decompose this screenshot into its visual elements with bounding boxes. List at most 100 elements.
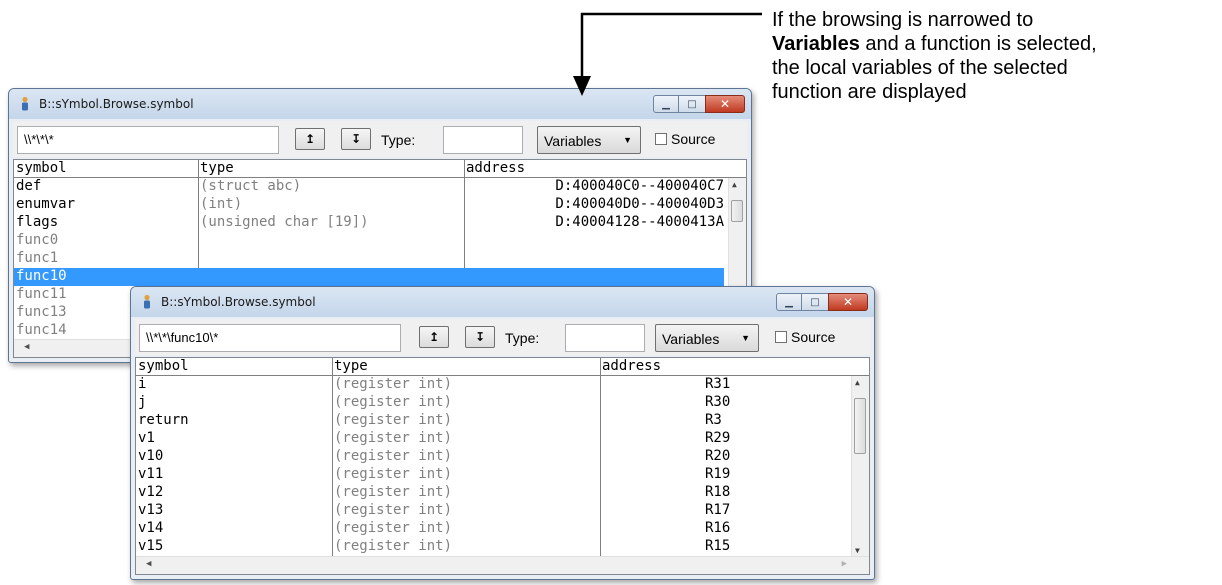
list-item-selected[interactable]: func10 — [14, 268, 724, 286]
source-checkbox[interactable] — [655, 133, 667, 145]
symbol-cell: enumvar — [16, 196, 76, 212]
list-item[interactable]: v14 (register int) R16 — [136, 520, 847, 538]
list-item[interactable]: v11 (register int) R19 — [136, 466, 847, 484]
go-up-button[interactable]: ↥ — [419, 326, 449, 348]
scroll-thumb[interactable] — [854, 398, 866, 454]
toolbar: \\*\*\func10\* ↥ ↧ Type: Variables ▼ Sou… — [135, 319, 870, 355]
source-checkbox[interactable] — [775, 331, 787, 343]
maximize-button[interactable]: □ — [802, 293, 828, 311]
address-cell: R31 — [705, 376, 731, 392]
type-cell: (register int) — [334, 430, 453, 446]
toolbar: \\*\*\* ↥ ↧ Type: Variables ▼ Source — [13, 121, 747, 157]
list-item[interactable]: v12 (register int) R18 — [136, 484, 847, 502]
annotation-line-3: the local variables of the selected — [772, 57, 1068, 79]
close-button[interactable]: ✕ — [705, 95, 745, 113]
scroll-up-icon[interactable]: ▲ — [855, 378, 860, 387]
symbol-cell: v13 — [138, 502, 164, 518]
list-item[interactable]: i (register int) R31 — [136, 376, 847, 394]
list-item[interactable]: return (register int) R3 — [136, 412, 847, 430]
symbol-cell: func11 — [16, 286, 67, 302]
symbol-cell: func13 — [16, 304, 67, 320]
source-checkbox-label[interactable]: Source — [671, 131, 715, 147]
list-item[interactable]: v10 (register int) R20 — [136, 448, 847, 466]
list-item[interactable]: enumvar (int) D:400040D0--400040D3 — [14, 196, 724, 214]
symbol-browse-window-front[interactable]: B::sYmbol.Browse.symbol ▁ □ ✕ \\*\*\func… — [130, 286, 875, 580]
scroll-right-icon[interactable]: ▶ — [842, 559, 847, 569]
minimize-button[interactable]: ▁ — [653, 95, 679, 113]
type-cell: (struct abc) — [200, 178, 302, 194]
filter-dropdown[interactable]: Variables ▼ — [537, 126, 641, 154]
type-cell: (register int) — [334, 394, 453, 410]
scroll-thumb[interactable] — [731, 200, 743, 222]
symbol-cell: func0 — [16, 232, 59, 248]
list-item[interactable]: flags (unsigned char [19]) D:40004128--400… — [14, 214, 724, 232]
type-cell: (unsigned char [19]) — [200, 214, 369, 230]
type-cell: (register int) — [334, 376, 453, 392]
go-up-button[interactable]: ↥ — [295, 128, 325, 150]
search-pattern-input[interactable]: \\*\*\func10\* — [139, 324, 401, 352]
column-header-symbol[interactable]: symbol — [16, 160, 67, 176]
type-cell: (register int) — [334, 412, 453, 428]
go-down-button[interactable]: ↧ — [341, 128, 371, 150]
close-icon: ✕ — [842, 295, 854, 309]
go-down-button[interactable]: ↧ — [465, 326, 495, 348]
window-title: B::sYmbol.Browse.symbol — [39, 97, 194, 111]
minimize-icon: ▁ — [662, 98, 670, 110]
app-person-icon — [22, 96, 28, 111]
list-item[interactable]: j (register int) R30 — [136, 394, 847, 412]
symbol-cell: func14 — [16, 322, 67, 338]
list-item[interactable]: func1 — [14, 250, 724, 268]
address-cell: D:400040C0--400040C7 — [555, 178, 724, 194]
scroll-left-icon[interactable]: ◀ — [24, 342, 29, 352]
type-input[interactable] — [443, 126, 523, 154]
close-icon: ✕ — [719, 97, 731, 111]
symbol-cell: i — [138, 376, 147, 392]
arrow-up-icon: ↥ — [304, 132, 316, 146]
maximize-icon: □ — [810, 296, 820, 308]
type-label: Type: — [505, 330, 540, 346]
window-title: B::sYmbol.Browse.symbol — [161, 295, 316, 309]
column-header-address[interactable]: address — [602, 358, 661, 374]
symbol-cell: v10 — [138, 448, 164, 464]
maximize-button[interactable]: □ — [679, 95, 705, 113]
vertical-scrollbar[interactable]: ▲ ▼ — [851, 376, 869, 557]
close-button[interactable]: ✕ — [828, 293, 868, 311]
title-bar[interactable]: B::sYmbol.Browse.symbol ▁ □ ✕ — [9, 89, 751, 119]
address-cell: R15 — [705, 538, 731, 554]
title-bar[interactable]: B::sYmbol.Browse.symbol ▁ □ ✕ — [131, 287, 874, 317]
minimize-button[interactable]: ▁ — [776, 293, 802, 311]
column-header-type[interactable]: type — [200, 160, 234, 176]
type-label: Type: — [381, 132, 416, 148]
list-item[interactable]: def (struct abc) D:400040C0--400040C7 — [14, 178, 724, 196]
list-item[interactable]: v1 (register int) R29 — [136, 430, 847, 448]
address-cell: R17 — [705, 502, 731, 518]
list-item[interactable]: func0 — [14, 232, 724, 250]
list-item[interactable]: v13 (register int) R17 — [136, 502, 847, 520]
annotation-line-2-rest: and a function is selected, — [859, 33, 1097, 55]
filter-dropdown[interactable]: Variables ▼ — [655, 324, 759, 352]
column-header-type[interactable]: type — [334, 358, 368, 374]
horizontal-scrollbar[interactable]: ◀ ▶ — [136, 556, 869, 574]
arrow-down-icon: ↧ — [474, 330, 486, 344]
address-cell: R3 — [705, 412, 722, 428]
scroll-left-icon[interactable]: ◀ — [146, 559, 151, 569]
column-header-address[interactable]: address — [466, 160, 525, 176]
minimize-icon: ▁ — [785, 296, 793, 308]
symbol-cell: v15 — [138, 538, 164, 554]
symbol-list[interactable]: symbol type address i (register int) R31 j (… — [135, 357, 870, 575]
list-item[interactable]: v15 (register int) R15 — [136, 538, 847, 556]
address-cell: R19 — [705, 466, 731, 482]
source-checkbox-label[interactable]: Source — [791, 329, 835, 345]
address-cell: R16 — [705, 520, 731, 536]
scroll-up-icon[interactable]: ▲ — [732, 180, 737, 189]
scroll-down-icon[interactable]: ▼ — [855, 546, 860, 555]
symbol-cell: func10 — [16, 268, 67, 284]
chevron-down-icon: ▼ — [623, 135, 632, 145]
type-input[interactable] — [565, 324, 645, 352]
annotation-callout: If the browsing is narrowed to Variables… — [772, 8, 1212, 104]
symbol-cell: return — [138, 412, 189, 428]
search-pattern-input[interactable]: \\*\*\* — [17, 126, 279, 154]
annotation-line-4: function are displayed — [772, 81, 967, 103]
column-header-symbol[interactable]: symbol — [138, 358, 189, 374]
address-cell: R30 — [705, 394, 731, 410]
